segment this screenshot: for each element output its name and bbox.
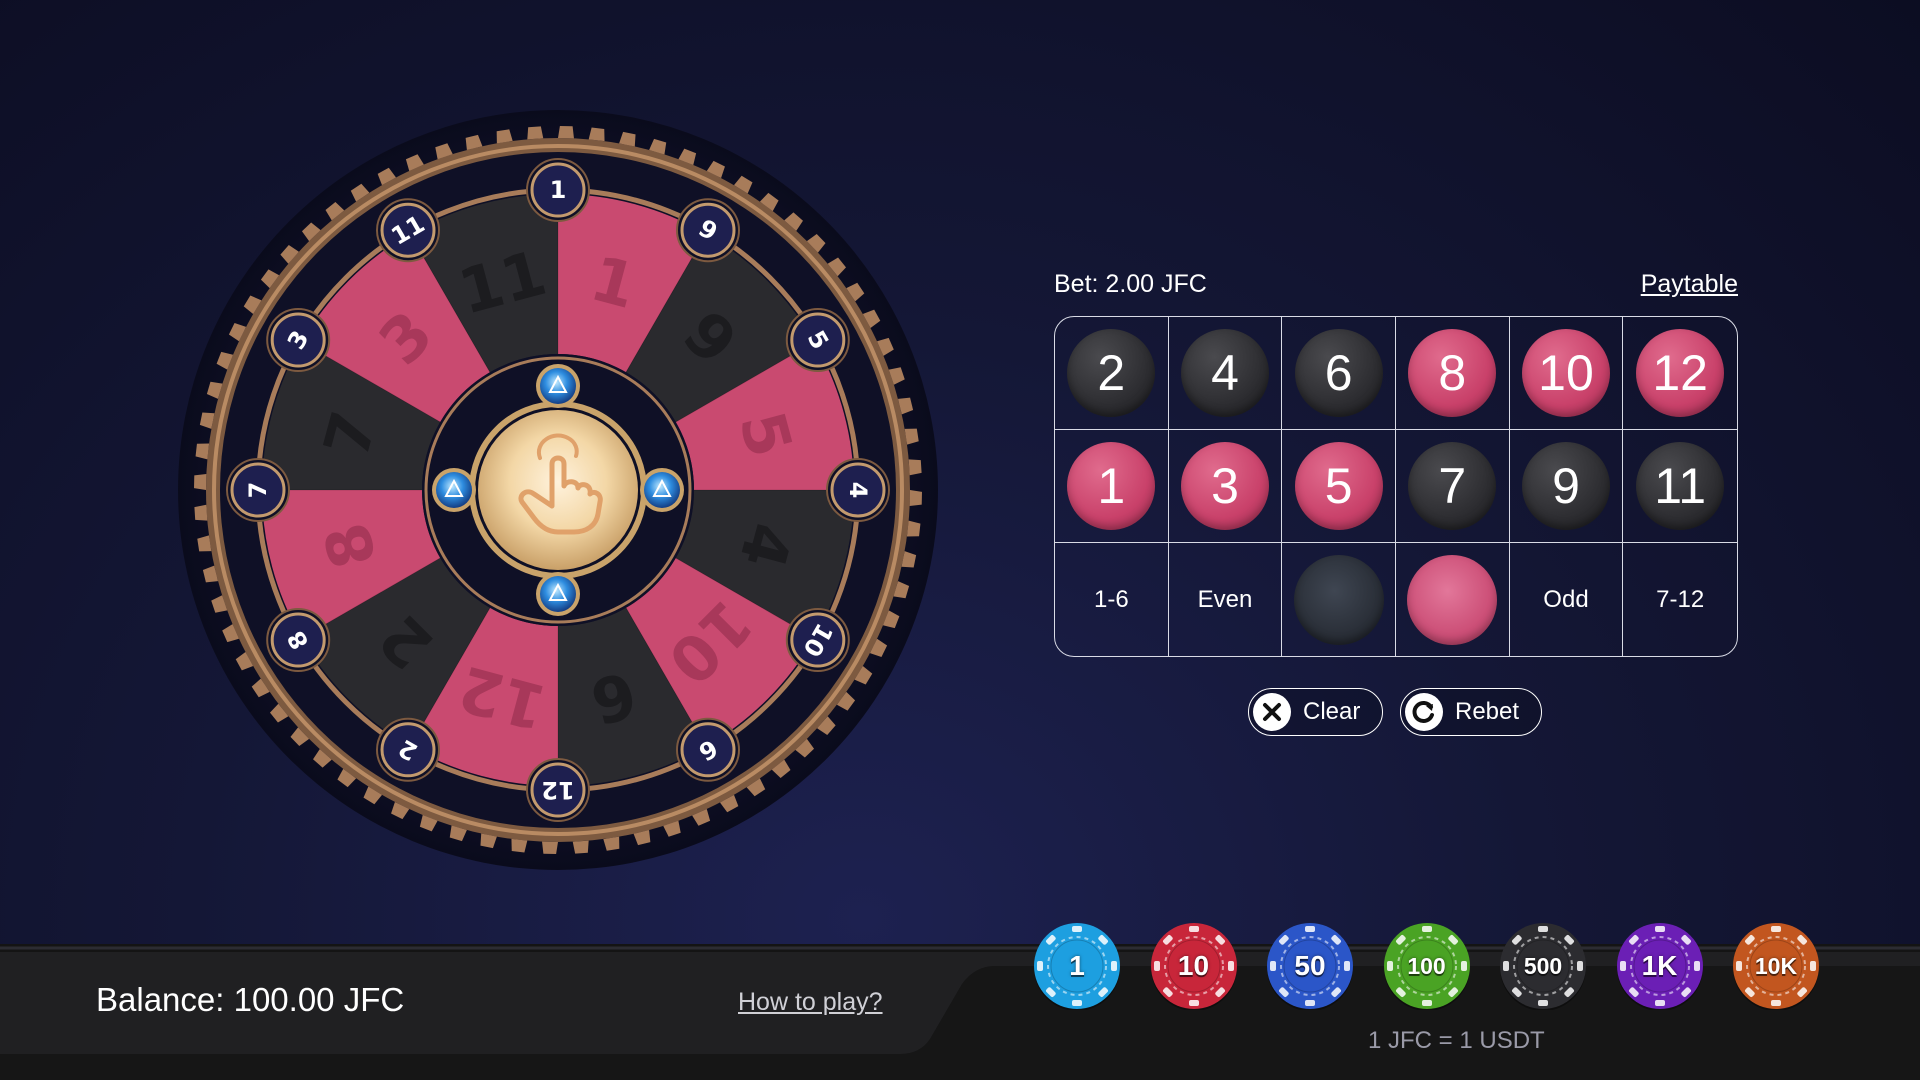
number-ball: 9 bbox=[1521, 442, 1610, 530]
wheel-badge-11: 11 bbox=[376, 198, 440, 263]
svg-text:7: 7 bbox=[244, 482, 272, 499]
wheel-badge-1: 1 bbox=[526, 158, 590, 222]
chip-label: 50 bbox=[1294, 950, 1326, 981]
bet-cell-red[interactable] bbox=[1396, 543, 1510, 656]
hub-gem bbox=[640, 468, 684, 512]
number-ball: 12 bbox=[1636, 329, 1725, 417]
bet-cell-even[interactable]: Even bbox=[1169, 543, 1283, 656]
balance-display: Balance: 100.00 JFC bbox=[96, 981, 405, 1018]
clear-label: Clear bbox=[1303, 698, 1361, 725]
bet-cell-black[interactable] bbox=[1282, 543, 1396, 656]
gear-tooth bbox=[542, 841, 558, 854]
number-ball: 1 bbox=[1067, 442, 1156, 530]
chip-label: 100 bbox=[1407, 952, 1446, 979]
outside-bet-label: Odd bbox=[1543, 585, 1589, 613]
gear-tooth bbox=[558, 126, 574, 139]
wheel-badge-3: 3 bbox=[266, 308, 331, 372]
gear-tooth bbox=[572, 840, 589, 854]
chip-10k[interactable]: 10K bbox=[1732, 922, 1820, 1010]
bet-cell-3[interactable]: 3 bbox=[1168, 430, 1283, 543]
gear-tooth bbox=[194, 474, 207, 490]
number-ball: 6 bbox=[1294, 329, 1383, 417]
wheel-badge-9: 9 bbox=[676, 198, 740, 263]
paytable-link[interactable]: Paytable bbox=[1641, 270, 1738, 299]
how-to-play-link[interactable]: How to play? bbox=[738, 988, 883, 1017]
number-ball: 3 bbox=[1180, 442, 1269, 530]
bet-header: Bet: 2.00 JFC Paytable bbox=[1054, 264, 1738, 304]
chip-1k[interactable]: 1K bbox=[1616, 922, 1704, 1010]
bet-cell-9[interactable]: 9 bbox=[1509, 430, 1624, 543]
chip-label: 500 bbox=[1523, 952, 1563, 979]
wheel-badge-5: 5 bbox=[785, 308, 850, 372]
roulette-wheel: 195410612287311 195410612287311 bbox=[178, 110, 938, 870]
clear-button[interactable]: Clear bbox=[1248, 688, 1383, 736]
svg-text:12: 12 bbox=[541, 776, 574, 804]
number-ball: 8 bbox=[1408, 329, 1497, 417]
outside-bet-label: 7-12 bbox=[1656, 585, 1705, 613]
bet-cell-2[interactable]: 2 bbox=[1055, 317, 1169, 430]
gear-tooth bbox=[194, 504, 208, 521]
refresh-icon bbox=[1405, 693, 1443, 731]
bet-cell-1[interactable]: 1 bbox=[1055, 430, 1169, 543]
wheel-badge-10: 10 bbox=[785, 608, 850, 672]
number-ball: 7 bbox=[1408, 442, 1497, 530]
betting-board: 2 4 6 8 10 12 1 3 5 7 9 11 1-6 Even Odd 7-12 bbox=[1054, 316, 1738, 657]
wheel-badge-8: 8 bbox=[266, 608, 331, 672]
bet-cell-12[interactable]: 12 bbox=[1623, 317, 1737, 430]
outside-bet-label: 1-6 bbox=[1093, 585, 1129, 613]
gear-tooth bbox=[527, 126, 544, 140]
number-ball: 5 bbox=[1294, 442, 1383, 530]
bet-cell-odd[interactable]: Odd bbox=[1510, 543, 1624, 656]
rebet-button[interactable]: Rebet bbox=[1400, 688, 1542, 736]
number-ball: 4 bbox=[1180, 329, 1269, 417]
hub-gem bbox=[432, 468, 476, 512]
red-color-ball bbox=[1407, 554, 1498, 645]
wheel-badge-6: 6 bbox=[676, 717, 740, 782]
black-color-ball bbox=[1293, 554, 1384, 645]
svg-text:4: 4 bbox=[844, 482, 872, 499]
bet-cell-10[interactable]: 10 bbox=[1509, 317, 1624, 430]
wheel-badge-12: 12 bbox=[526, 758, 590, 822]
chip-label: 10K bbox=[1754, 952, 1798, 979]
gear-tooth bbox=[909, 490, 922, 506]
bet-cell-7[interactable]: 7 bbox=[1395, 430, 1510, 543]
bet-cell-1-6[interactable]: 1-6 bbox=[1055, 543, 1169, 656]
exchange-rate: 1 JFC = 1 USDT bbox=[1368, 1027, 1545, 1054]
chip-1[interactable]: 1 bbox=[1033, 922, 1121, 1010]
chip-500[interactable]: 500 bbox=[1499, 922, 1587, 1010]
wheel-badge-7: 7 bbox=[226, 458, 290, 522]
wheel-badge-2: 2 bbox=[376, 717, 440, 782]
bet-cell-8[interactable]: 8 bbox=[1395, 317, 1510, 430]
hub-gem bbox=[536, 364, 580, 408]
chip-label: 1K bbox=[1641, 950, 1678, 981]
chip-50[interactable]: 50 bbox=[1266, 922, 1354, 1010]
wheel-badge-4: 4 bbox=[826, 458, 890, 522]
number-ball: 2 bbox=[1067, 329, 1156, 417]
number-ball: 11 bbox=[1636, 442, 1725, 530]
bet-cell-7-12[interactable]: 7-12 bbox=[1623, 543, 1737, 656]
chip-label: 10 bbox=[1177, 950, 1210, 981]
close-icon bbox=[1253, 693, 1291, 731]
rebet-label: Rebet bbox=[1455, 698, 1520, 725]
outside-bet-label: Even bbox=[1197, 585, 1253, 613]
bet-cell-5[interactable]: 5 bbox=[1282, 430, 1396, 543]
bet-amount: Bet: 2.00 JFC bbox=[1054, 270, 1207, 298]
bet-cell-11[interactable]: 11 bbox=[1623, 430, 1737, 543]
svg-text:1: 1 bbox=[550, 176, 567, 204]
chip-label: 1 bbox=[1069, 950, 1085, 981]
chip-10[interactable]: 10 bbox=[1150, 922, 1238, 1010]
hub-gem bbox=[536, 572, 580, 616]
chip-100[interactable]: 100 bbox=[1383, 922, 1471, 1010]
bet-cell-4[interactable]: 4 bbox=[1168, 317, 1283, 430]
bet-cell-6[interactable]: 6 bbox=[1282, 317, 1396, 430]
gear-tooth bbox=[908, 459, 922, 476]
number-ball: 10 bbox=[1521, 329, 1610, 417]
